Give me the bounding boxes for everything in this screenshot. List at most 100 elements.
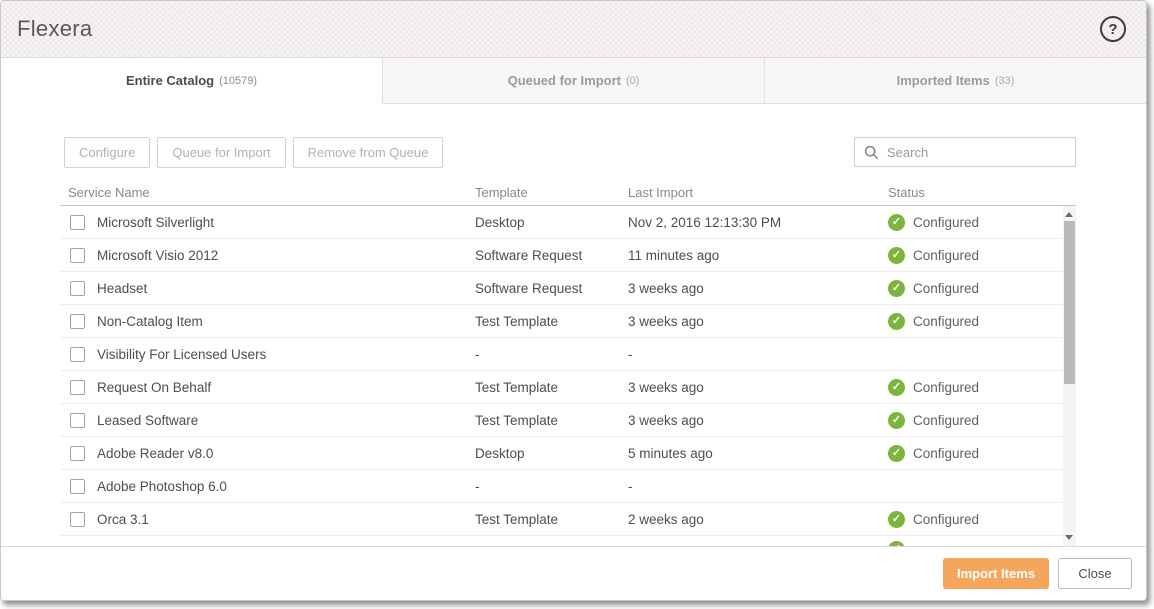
service-name-label: Microsoft Visio 2012 xyxy=(97,247,219,263)
configured-status-icon: ✓ xyxy=(888,279,905,297)
configured-status-icon: ✓ xyxy=(888,510,905,528)
row-checkbox[interactable] xyxy=(70,478,85,494)
row-checkbox[interactable] xyxy=(70,511,85,527)
status-label: Configured xyxy=(913,412,980,428)
last-import-cell: 3 weeks ago xyxy=(628,379,704,395)
row-checkbox[interactable] xyxy=(70,445,85,461)
last-import-cell: 3 weeks ago xyxy=(628,313,704,329)
row-checkbox[interactable] xyxy=(70,379,85,395)
scroll-up-icon[interactable] xyxy=(1065,212,1073,217)
service-name-cell: Non-Catalog Item xyxy=(60,313,475,329)
status-cell: ✓ xyxy=(888,536,1076,546)
help-icon[interactable]: ? xyxy=(1100,16,1126,42)
search-icon xyxy=(864,145,879,159)
service-name-cell: Visibility For Licensed Users xyxy=(60,346,475,362)
row-checkbox[interactable] xyxy=(70,280,85,296)
table-row[interactable]: ✓ xyxy=(60,536,1076,546)
service-name-cell: Adobe Photoshop 6.0 xyxy=(60,478,475,494)
status-cell: ✓ Configured xyxy=(888,510,1076,528)
row-checkbox[interactable] xyxy=(70,313,85,329)
status-label: Configured xyxy=(913,247,980,263)
table-row[interactable]: Leased Software Test Template 3 weeks ag… xyxy=(60,404,1076,437)
table-scrollbar[interactable] xyxy=(1063,206,1076,546)
table-row[interactable]: Adobe Photoshop 6.0 - - xyxy=(60,470,1076,503)
configured-status-icon: ✓ xyxy=(888,378,905,396)
service-name-label: Microsoft Silverlight xyxy=(97,214,215,230)
row-checkbox[interactable] xyxy=(70,346,85,362)
table-row[interactable]: Adobe Reader v8.0 Desktop 5 minutes ago … xyxy=(60,437,1076,470)
last-import-cell: 3 weeks ago xyxy=(628,280,704,296)
toolbar: Configure Queue for Import Remove from Que… xyxy=(64,136,1076,168)
last-import-cell: Nov 2, 2016 12:13:30 PM xyxy=(628,214,782,230)
app-title: Flexera xyxy=(17,16,93,41)
column-service-name[interactable]: Service Name xyxy=(60,185,475,200)
configured-status-icon: ✓ xyxy=(888,213,905,231)
table-row[interactable]: Request On Behalf Test Template 3 weeks … xyxy=(60,371,1076,404)
status-label: Configured xyxy=(913,445,980,461)
service-name-label: Adobe Reader v8.0 xyxy=(97,445,214,461)
remove-from-queue-button[interactable]: Remove from Queue xyxy=(292,136,444,168)
template-cell: Desktop xyxy=(475,445,525,461)
service-name-cell: Orca 3.1 xyxy=(60,511,475,527)
service-name-cell: Adobe Reader v8.0 xyxy=(60,445,475,461)
status-cell: ✓ Configured xyxy=(888,378,1076,396)
service-name-cell xyxy=(60,536,475,546)
status-label: Configured xyxy=(913,511,980,527)
table-row[interactable]: Orca 3.1 Test Template 2 weeks ago ✓ Con… xyxy=(60,503,1076,536)
last-import-cell: - xyxy=(628,478,633,494)
status-label: Configured xyxy=(913,214,980,230)
template-cell: Software Request xyxy=(475,280,583,296)
last-import-cell: 5 minutes ago xyxy=(628,445,713,461)
tab-bar: Entire Catalog (10579) Queued for Import… xyxy=(1,58,1146,104)
configured-status-icon: ✓ xyxy=(888,246,905,264)
search-box[interactable] xyxy=(854,137,1076,167)
configured-status-icon: ✓ xyxy=(888,444,905,462)
import-items-button[interactable]: Import Items xyxy=(943,558,1049,589)
last-import-cell: 2 weeks ago xyxy=(628,511,704,527)
column-last-import[interactable]: Last Import xyxy=(628,185,888,200)
configure-button[interactable]: Configure xyxy=(64,136,151,168)
template-cell: Desktop xyxy=(475,214,525,230)
service-name-cell: Request On Behalf xyxy=(60,379,475,395)
table-row[interactable]: Visibility For Licensed Users - - xyxy=(60,338,1076,371)
table-row[interactable]: Microsoft Silverlight Desktop Nov 2, 201… xyxy=(60,206,1076,239)
table-body: Microsoft Silverlight Desktop Nov 2, 201… xyxy=(60,206,1076,546)
column-template[interactable]: Template xyxy=(475,185,628,200)
service-name-cell: Microsoft Silverlight xyxy=(60,214,475,230)
close-button[interactable]: Close xyxy=(1058,558,1132,589)
scrollbar-thumb[interactable] xyxy=(1064,221,1075,384)
title-bar: Flexera ? xyxy=(1,1,1146,58)
tab-label: Queued for Import xyxy=(507,73,621,88)
tab-entire-catalog[interactable]: Entire Catalog (10579) xyxy=(1,58,382,104)
column-status[interactable]: Status xyxy=(888,185,1076,200)
service-name-label: Orca 3.1 xyxy=(97,511,149,527)
last-import-cell: 11 minutes ago xyxy=(628,247,720,263)
last-import-cell: - xyxy=(628,346,633,362)
tab-queued-for-import[interactable]: Queued for Import (0) xyxy=(382,58,764,104)
scroll-down-icon[interactable] xyxy=(1065,535,1073,540)
service-name-label: Request On Behalf xyxy=(97,379,212,395)
tab-label: Entire Catalog xyxy=(125,73,215,88)
table-row[interactable]: Non-Catalog Item Test Template 3 weeks a… xyxy=(60,305,1076,338)
tab-count: (33) xyxy=(994,74,1015,87)
status-cell: ✓ Configured xyxy=(888,246,1076,264)
tab-imported-items[interactable]: Imported Items (33) xyxy=(764,58,1146,104)
queue-for-import-button[interactable]: Queue for Import xyxy=(157,136,286,168)
table-row[interactable]: Microsoft Visio 2012 Software Request 11… xyxy=(60,239,1076,272)
catalog-table: Service Name Template Last Import Status… xyxy=(60,179,1076,546)
template-cell: - xyxy=(475,478,480,494)
search-input[interactable] xyxy=(887,144,1066,160)
template-cell: Test Template xyxy=(475,412,559,428)
row-checkbox[interactable] xyxy=(70,247,85,263)
import-catalog-dialog: Flexera ? Entire Catalog (10579) Queued … xyxy=(0,0,1147,601)
table-row[interactable]: Headset Software Request 3 weeks ago ✓ C… xyxy=(60,272,1076,305)
configured-status-icon: ✓ xyxy=(888,411,905,429)
row-checkbox[interactable] xyxy=(70,214,85,230)
template-cell: Test Template xyxy=(475,379,559,395)
service-name-cell: Headset xyxy=(60,280,475,296)
tab-label: Imported Items xyxy=(896,73,990,88)
row-checkbox[interactable] xyxy=(70,412,85,428)
template-cell: Test Template xyxy=(475,313,559,329)
template-cell: Software Request xyxy=(475,247,583,263)
service-name-cell: Leased Software xyxy=(60,412,475,428)
